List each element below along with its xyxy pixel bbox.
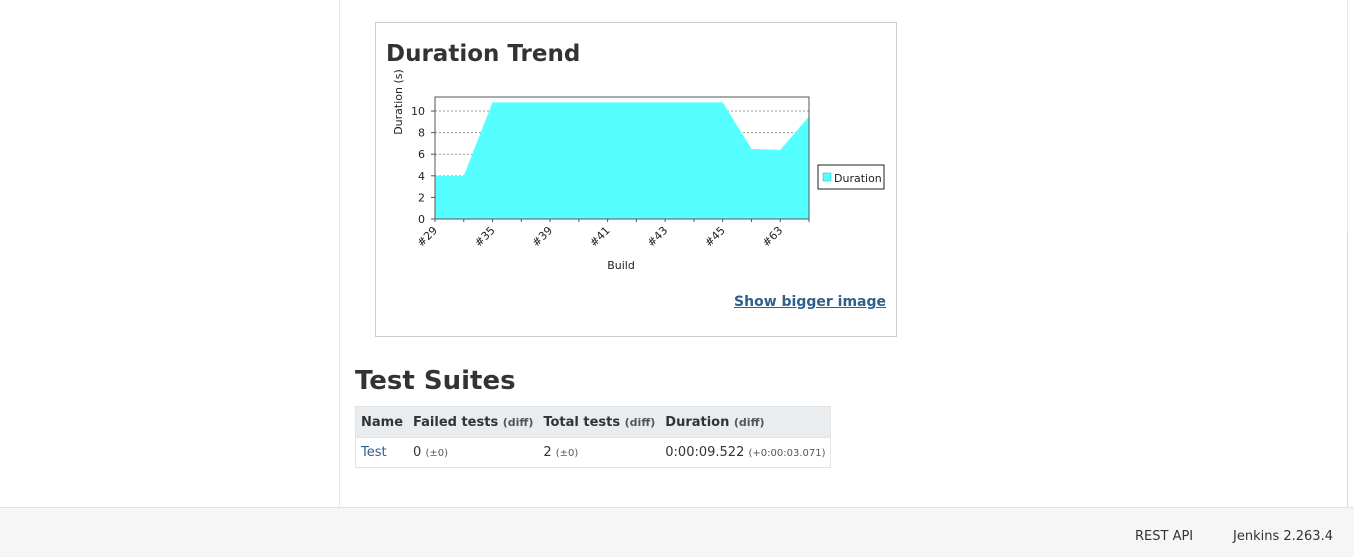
x-tick-label-63: #63	[760, 224, 786, 250]
suite-link-test[interactable]: Test	[361, 445, 387, 460]
test-suites-title: Test Suites	[355, 366, 516, 396]
table-header-row: Name Failed tests (diff) Total tests (di…	[355, 406, 831, 438]
y-axis-label: Duration (s)	[392, 69, 405, 135]
show-bigger-image-link[interactable]: Show bigger image	[734, 294, 886, 310]
header-failed-label: Failed tests	[413, 414, 499, 430]
header-total-label: Total tests	[543, 414, 621, 430]
cell-duration: 0:00:09.522 (+0:00:03.071)	[660, 437, 831, 468]
duration-diff: (+0:00:03.071)	[748, 448, 826, 459]
scrollbar-thumb[interactable]	[1347, 232, 1354, 507]
header-failed-tests[interactable]: Failed tests (diff)	[408, 406, 539, 438]
header-name-label: Name	[361, 414, 404, 430]
x-tick-label-41: #41	[587, 224, 613, 250]
legend-swatch-duration	[822, 172, 832, 182]
total-diff: (±0)	[555, 448, 579, 459]
x-tick-label-45: #45	[702, 224, 728, 250]
duration-value: 0:00:09.522	[665, 445, 745, 460]
duration-trend-panel: Duration Trend 0 2 4 6 8 10 #29 #35 #39 #41 #43 #4…	[375, 22, 897, 337]
y-tick-label-6: 6	[418, 148, 425, 161]
test-suites-table: Name Failed tests (diff) Total tests (di…	[355, 406, 832, 468]
header-name[interactable]: Name	[355, 406, 409, 438]
failed-value: 0	[413, 445, 422, 460]
cell-total: 2 (±0)	[538, 437, 661, 468]
header-total-tests[interactable]: Total tests (diff)	[538, 406, 661, 438]
total-value: 2	[543, 445, 552, 460]
x-axis-label: Build	[607, 259, 635, 272]
y-tick-label-10: 10	[411, 105, 425, 118]
x-tick-label-43: #43	[645, 224, 671, 250]
duration-trend-chart: 0 2 4 6 8 10 #29 #35 #39 #41 #43 #45 #63 Duration (…	[392, 69, 885, 272]
rest-api-link[interactable]: REST API	[1135, 529, 1193, 544]
table-row: Test 0 (±0) 2 (±0) 0:00:09.522 (+0:00:03…	[355, 437, 831, 468]
cell-failed: 0 (±0)	[408, 437, 539, 468]
legend-label-duration: Duration	[834, 172, 882, 185]
header-duration-diff: (diff)	[733, 415, 765, 429]
y-tick-label-0: 0	[418, 213, 425, 226]
side-panel	[0, 0, 340, 507]
cell-name: Test	[355, 437, 409, 468]
x-tick-label-35: #35	[472, 224, 498, 250]
x-tick-label-39: #39	[530, 224, 556, 250]
x-tick-label-29: #29	[415, 224, 441, 250]
header-duration-label: Duration	[665, 414, 730, 430]
header-duration[interactable]: Duration (diff)	[660, 406, 831, 438]
y-tick-label-2: 2	[418, 191, 425, 204]
chart-legend: Duration	[817, 164, 885, 190]
page-footer: REST API Jenkins 2.263.4	[0, 507, 1354, 557]
failed-diff: (±0)	[425, 448, 448, 459]
jenkins-version-link[interactable]: Jenkins 2.263.4	[1233, 529, 1333, 544]
header-failed-diff: (diff)	[502, 415, 534, 429]
y-tick-label-4: 4	[418, 170, 425, 183]
y-tick-label-8: 8	[418, 127, 425, 140]
header-total-diff: (diff)	[624, 415, 656, 429]
